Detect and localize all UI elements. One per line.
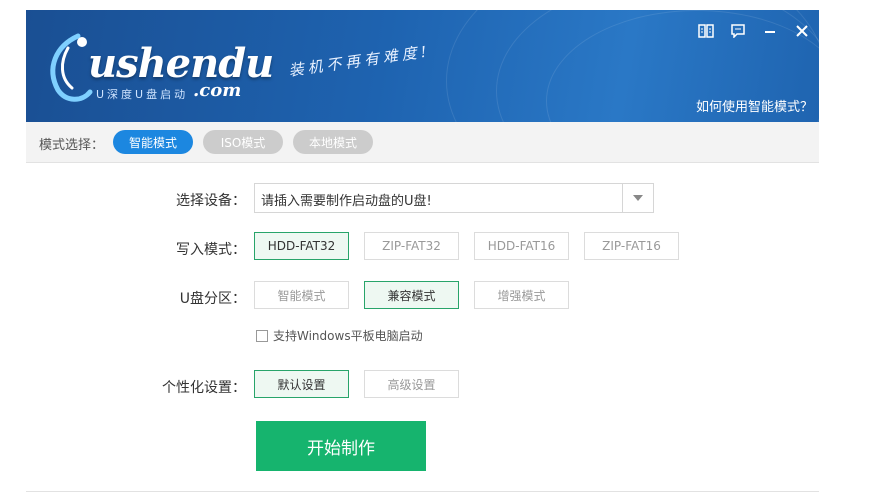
close-icon[interactable] xyxy=(791,20,813,42)
window-controls xyxy=(695,20,813,42)
default-settings-button[interactable]: 默认设置 xyxy=(254,370,349,398)
chevron-down-icon[interactable] xyxy=(622,184,653,212)
logo-subtitle: U深度U盘启动 xyxy=(96,88,189,101)
write-mode-zip-fat32[interactable]: ZIP-FAT32 xyxy=(364,232,459,260)
minimize-icon[interactable] xyxy=(759,20,781,42)
device-select[interactable]: 请插入需要制作启动盘的U盘! xyxy=(254,183,654,213)
partition-smart[interactable]: 智能模式 xyxy=(254,281,349,309)
start-button[interactable]: 开始制作 xyxy=(256,421,426,471)
advanced-settings-button[interactable]: 高级设置 xyxy=(364,370,459,398)
header-banner: ushendu U深度U盘启动 .com 装机不再有难度! 如何使用智能模式？ xyxy=(26,10,819,122)
windows-tablet-checkbox-label: 支持Windows平板电脑启动 xyxy=(273,329,423,343)
write-mode-label: 写入模式： xyxy=(176,242,246,258)
write-mode-hdd-fat16[interactable]: HDD-FAT16 xyxy=(474,232,569,260)
windows-tablet-checkbox-row[interactable]: 支持Windows平板电脑启动 xyxy=(256,327,423,344)
write-mode-hdd-fat32[interactable]: HDD-FAT32 xyxy=(254,232,349,260)
device-label: 选择设备： xyxy=(176,193,246,209)
mode-smart-button[interactable]: 智能模式 xyxy=(113,130,193,154)
windows-tablet-checkbox[interactable] xyxy=(256,329,268,342)
book-icon[interactable] xyxy=(695,20,717,42)
logo-text: ushendu xyxy=(88,40,274,87)
partition-enhanced[interactable]: 增强模式 xyxy=(474,281,569,309)
slogan: 装机不再有难度! xyxy=(287,42,432,80)
custom-settings-label: 个性化设置： xyxy=(162,380,246,396)
partition-compatible[interactable]: 兼容模式 xyxy=(364,281,459,309)
bottom-divider xyxy=(26,491,819,492)
mode-iso-button[interactable]: ISO模式 xyxy=(203,130,283,154)
app-window: ushendu U深度U盘启动 .com 装机不再有难度! 如何使用智能模式？ … xyxy=(26,10,819,495)
partition-label: U盘分区： xyxy=(179,291,246,307)
write-mode-zip-fat16[interactable]: ZIP-FAT16 xyxy=(584,232,679,260)
device-select-value: 请插入需要制作启动盘的U盘! xyxy=(261,194,432,209)
ushendu-logo: ushendu U深度U盘启动 .com xyxy=(38,28,298,108)
mode-label: 模式选择： xyxy=(39,138,105,153)
help-link[interactable]: 如何使用智能模式？ xyxy=(696,96,813,115)
mode-bar: 模式选择： 智能模式 ISO模式 本地模式 xyxy=(26,122,819,163)
message-icon[interactable] xyxy=(727,20,749,42)
mode-local-button[interactable]: 本地模式 xyxy=(293,130,373,154)
logo-domain: .com xyxy=(193,80,242,101)
